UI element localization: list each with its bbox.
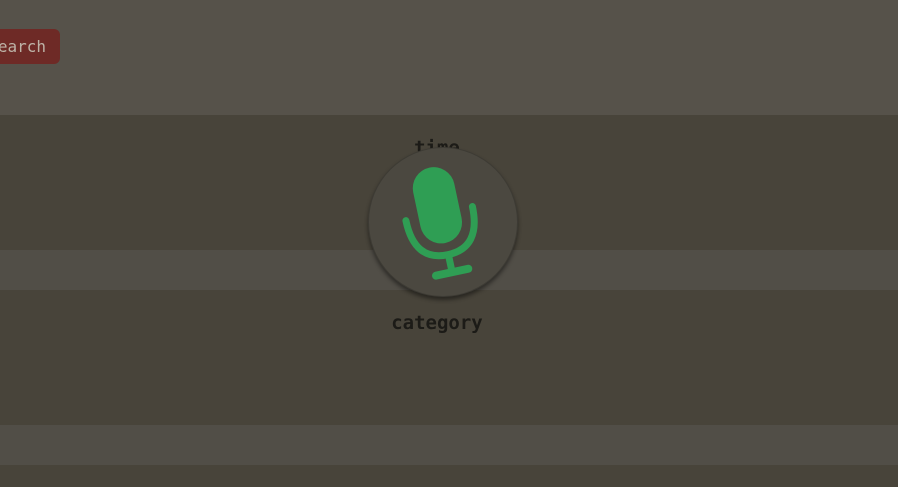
row-separator [0, 425, 898, 465]
voice-mic-button[interactable] [368, 147, 518, 297]
search-button[interactable]: earch [0, 29, 60, 64]
voice-bottom-label: category [391, 312, 483, 334]
content-row [0, 290, 898, 425]
content-row [0, 465, 898, 487]
page-header-area [0, 0, 898, 115]
microphone-icon [402, 167, 478, 280]
